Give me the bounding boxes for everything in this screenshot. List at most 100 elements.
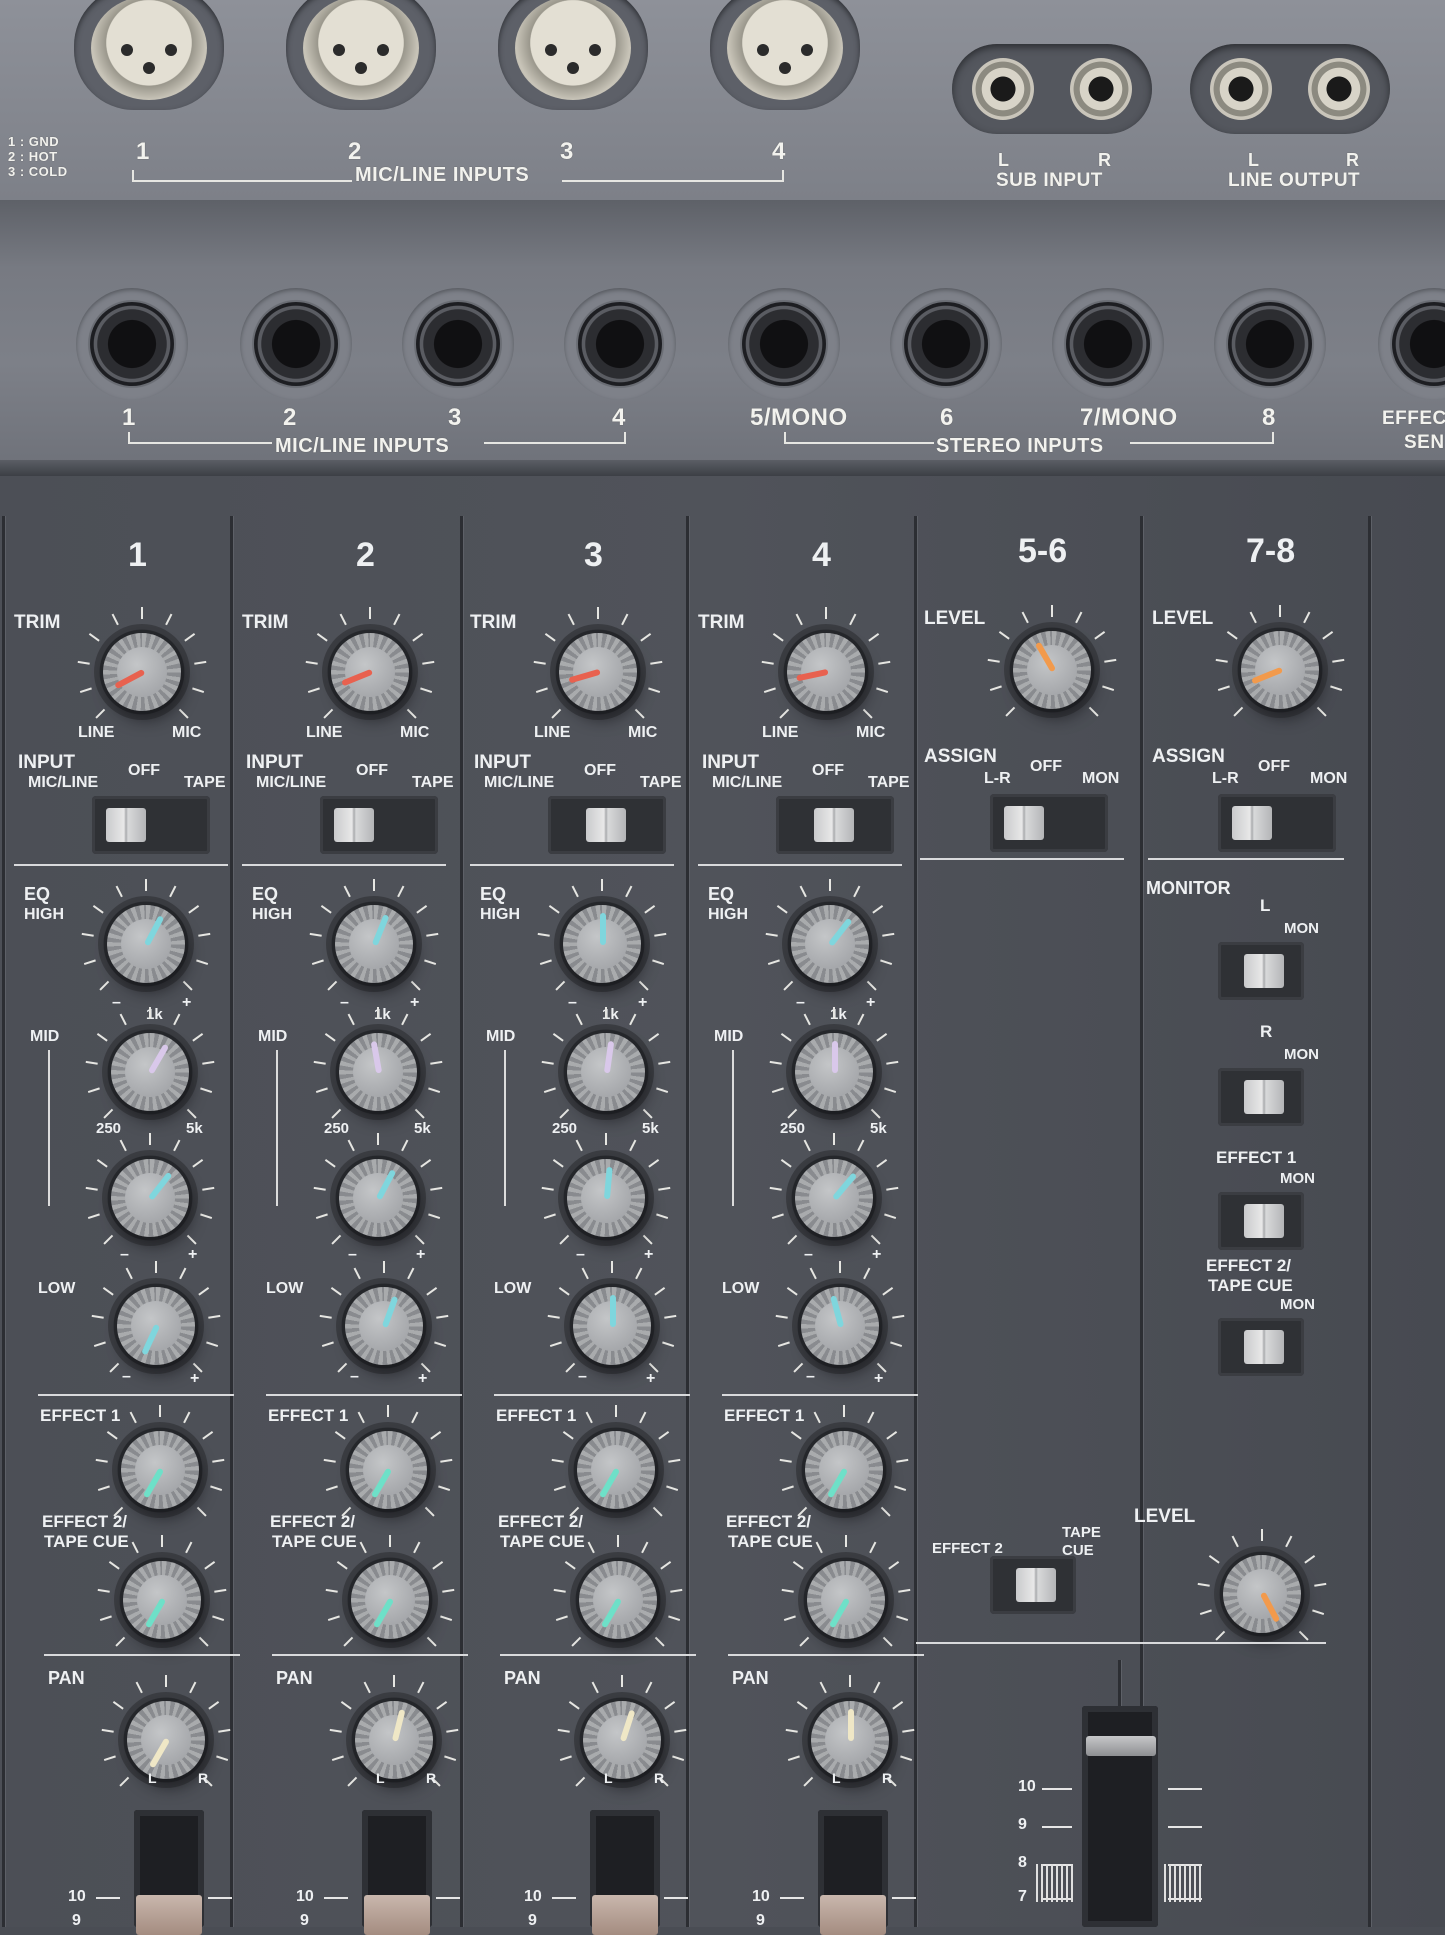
jack-input-4[interactable] [564,288,676,400]
effect2-knob-ch2[interactable] [342,1552,438,1648]
eq-low-label: LOW [266,1280,304,1297]
effect2-label: EFFECT 2/ [270,1512,356,1531]
monitor-switch-3[interactable] [1218,1192,1304,1250]
switch-handle[interactable] [1244,954,1284,988]
eq-mid-gain-knob-ch1[interactable] [102,1150,198,1246]
eq-low-knob-ch4[interactable] [792,1278,888,1374]
monitor-switch-4[interactable] [1218,1318,1304,1376]
jack-input-7[interactable] [1052,288,1164,400]
eq-high-knob-ch2[interactable] [326,896,422,992]
switch-handle[interactable] [334,808,374,842]
switch-handle[interactable] [1232,806,1272,840]
eq-mid-freq-knob-ch3[interactable] [558,1024,654,1120]
scale-tick [541,1060,554,1065]
jack-input-2[interactable] [240,288,352,400]
scale-tick [208,1700,220,1710]
scale-tick [1217,685,1230,692]
xlr-connector-4[interactable] [710,0,860,110]
eq-mid-gain-knob-ch2[interactable] [330,1150,426,1246]
scale-tick [1021,611,1029,624]
scale-tick [430,1430,442,1440]
eq-high-knob-ch3[interactable] [554,896,650,992]
scale-tick [101,1728,114,1733]
scale-tick [373,879,375,891]
section-divider [728,1654,924,1656]
effect2-knob-ch4[interactable] [798,1552,894,1648]
eq-mid-gain-knob-ch3[interactable] [558,1150,654,1246]
input-select-switch-ch4[interactable] [776,796,894,854]
trim-knob-ch1[interactable] [94,624,190,720]
scale-tick [420,687,433,694]
channel-fader-ch3[interactable] [592,1895,658,1935]
effect2-knob-ch1[interactable] [114,1552,210,1648]
effect1-knob-ch2[interactable] [340,1422,436,1518]
scale-tick [882,932,895,937]
rca-jack-out-l[interactable] [1210,58,1272,120]
switch-handle[interactable] [814,808,854,842]
channel-fader-ch4[interactable] [820,1895,886,1935]
scale-tick [900,1755,913,1762]
trim-knob-ch3[interactable] [550,624,646,720]
knob-cap [111,1159,189,1237]
eq-low-knob-ch3[interactable] [564,1278,660,1374]
switch-handle[interactable] [1244,1204,1284,1238]
rca-jack-sub-l[interactable] [972,58,1034,120]
jack-input-5[interactable] [728,288,840,400]
input-select-switch-ch3[interactable] [548,796,666,854]
monitor-switch-1[interactable] [1218,942,1304,1000]
switch-handle[interactable] [586,808,626,842]
eq-high-knob-ch4[interactable] [782,896,878,992]
effect1-knob-ch1[interactable] [112,1422,208,1518]
eq-mid-gain-knob-ch4[interactable] [786,1150,882,1246]
stereo-fader[interactable] [1086,1736,1156,1756]
jack-input-6[interactable] [890,288,1002,400]
trim-knob-ch2[interactable] [322,624,418,720]
effect1-knob-ch4[interactable] [796,1422,892,1518]
assign-switch-7-8[interactable] [1218,794,1336,852]
eq-mid-freq-knob-ch1[interactable] [102,1024,198,1120]
assign-switch-5-6[interactable] [990,794,1108,852]
eq-low-knob-ch2[interactable] [336,1278,432,1374]
effect1-knob-ch3[interactable] [568,1422,664,1518]
scale-tick [426,932,439,937]
scale-tick [781,1485,794,1492]
effect2-knob-ch3[interactable] [570,1552,666,1648]
monitor-level-knob[interactable] [1214,1546,1310,1642]
trim-knob-ch4[interactable] [778,624,874,720]
rca-jack-sub-r[interactable] [1070,58,1132,120]
switch-handle[interactable] [1016,1568,1056,1602]
monitor-switch-2[interactable] [1218,1068,1304,1126]
jack-input-8[interactable] [1214,288,1326,400]
xlr-connector-1[interactable] [74,0,224,110]
jack-input-1[interactable] [76,288,188,400]
rca-jack-out-r[interactable] [1308,58,1370,120]
input-select-switch-ch1[interactable] [92,796,210,854]
switch-handle[interactable] [106,808,146,842]
knob-cap [805,1431,883,1509]
channel-fader-ch2[interactable] [364,1895,430,1935]
channel-fader-ch1[interactable] [136,1895,202,1935]
switch-handle[interactable] [1244,1330,1284,1364]
input-label: INPUT [18,752,75,773]
effect2-tape-cue-switch[interactable] [990,1556,1076,1614]
eq-high-knob-ch1[interactable] [98,896,194,992]
switch-handle[interactable] [1244,1080,1284,1114]
trim-label: TRIM [14,612,61,633]
fader-scale-9: 9 [756,1912,765,1929]
switch-handle[interactable] [1004,806,1044,840]
scale-tick [85,1060,98,1065]
eq-mid-250-label: 250 [780,1120,806,1137]
eq-low-knob-ch1[interactable] [108,1278,204,1374]
stereo-level-knob-7-8[interactable] [1232,622,1328,718]
eq-mid-freq-knob-ch4[interactable] [786,1024,882,1120]
scale-tick [989,685,1002,692]
eq-mid-freq-knob-ch2[interactable] [330,1024,426,1120]
jack-input-3[interactable] [402,288,514,400]
xlr-number-1: 1 [136,138,150,165]
input-select-switch-ch2[interactable] [320,796,438,854]
xlr-connector-2[interactable] [286,0,436,110]
pan-r-label: R [426,1770,437,1786]
scale-tick [543,1087,556,1094]
xlr-connector-3[interactable] [498,0,648,110]
stereo-level-knob-5-6[interactable] [1004,622,1100,718]
